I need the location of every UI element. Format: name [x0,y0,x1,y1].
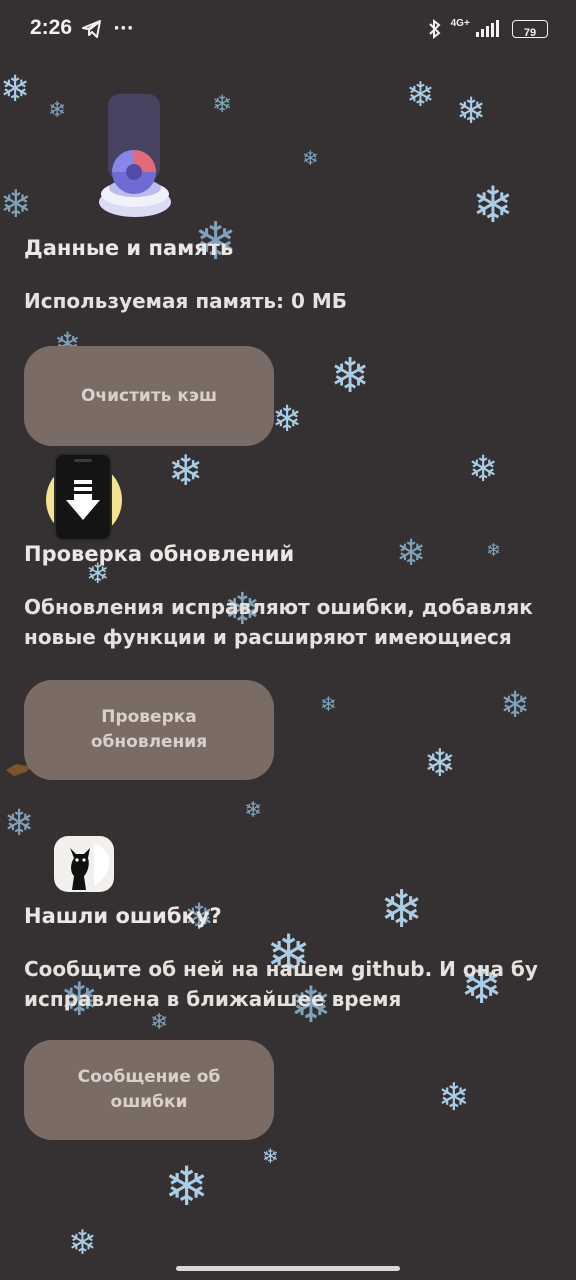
snowflake-icon: ❄ [212,90,233,118]
snowflake-icon: ❄ [472,176,514,234]
snowflake-icon: ❄ [486,540,502,561]
snowflake-icon: ❄ [438,1075,470,1119]
status-bar: 2:26 ··· 4G+ 79 [0,0,576,58]
snowflake-icon: ❄ [272,399,303,440]
battery-level: 79 [523,26,537,39]
storage-icon [99,94,171,217]
telegram-icon [82,19,101,38]
home-indicator[interactable] [176,1266,400,1271]
status-notification-icons: ··· [82,18,134,39]
battery-icon: 79 [512,19,548,39]
snowflake-icon: ❄ [456,91,487,132]
section-heading: Проверка обновлений [24,542,295,566]
status-time: 2:26 [30,16,73,39]
snowflake-icon: ❄ [244,798,263,823]
section-heading: Данные и память [24,236,234,260]
snowflake-icon: ❄ [150,1010,169,1035]
snowflake-icon: ❄ [262,1144,279,1168]
snowflake-icon: ❄ [0,69,31,110]
section-description: Сообщите об ней на нашем github. И она б… [24,957,538,1011]
check-update-button[interactable]: Проверка обновления [24,680,274,780]
section-description: Используемая память: 0 МБ [24,289,348,313]
phone-download-icon [46,453,122,541]
snowflake-icon: ❄ [424,741,456,785]
network-type: 4G+ [450,18,470,29]
more-notifications-icon: ··· [113,18,134,39]
snowflake-icon: ❄ [396,533,427,574]
signal-icon [475,19,499,37]
snowflake-icon: ❄ [68,1223,97,1263]
snowflake-icon: ❄ [48,98,67,123]
snowflake-icon: ❄ [302,146,319,170]
snowflake-icon: ❄ [468,449,499,490]
snowflake-icon: ❄ [500,685,531,726]
report-bug-button[interactable]: Сообщение об ошибки [24,1040,274,1140]
snowflake-icon: ❄ [380,880,424,940]
snowflake-icon: ❄ [406,75,435,115]
status-right-icons: 4G+ 79 [428,18,548,39]
snowflake-icon: ❄ [168,446,204,495]
snowflake-icon: ❄ [320,692,337,716]
bluetooth-icon [428,18,441,39]
section-heading: Нашли ошибку? [24,904,222,928]
clear-cache-button[interactable]: Очистить кэш [24,346,274,446]
section-description: Обновления исправляют ошибки, добавляк н… [24,595,533,649]
snowflake-icon: ❄ [0,182,32,226]
snowflake-icon: ❄ [164,1155,210,1218]
snowflake-icon: ❄ [4,803,35,844]
github-cat-icon [54,836,114,892]
snowflake-icon: ❄ [330,348,371,404]
